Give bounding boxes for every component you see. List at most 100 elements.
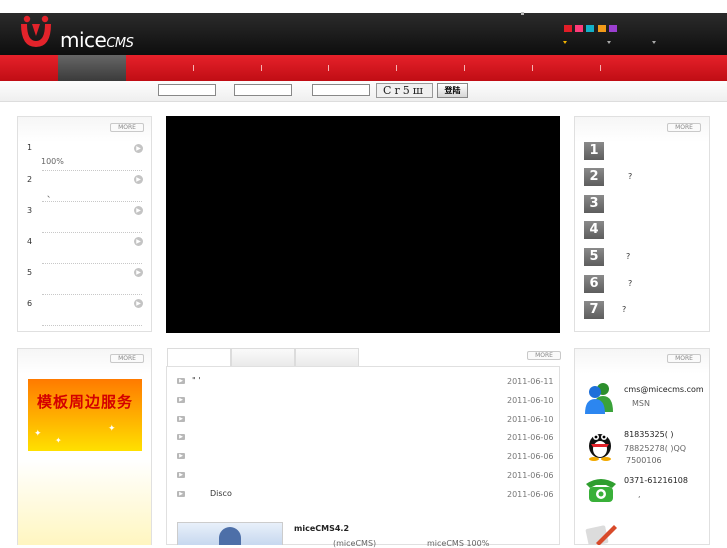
news-title[interactable]: Disco [210, 489, 232, 498]
nav-separator [396, 65, 397, 71]
bullet-icon: ▶ [177, 472, 185, 478]
theme-swatch-red[interactable] [564, 25, 572, 32]
rank-badge: 2 [584, 168, 604, 186]
rank-badge: 5 [584, 248, 604, 266]
promo-banner[interactable] [28, 379, 142, 451]
rank-badge: 1 [584, 142, 604, 160]
list-item-subtext: 、 [47, 190, 55, 199]
arrow-right-icon[interactable]: ▶ [134, 299, 143, 308]
nav-separator [328, 65, 329, 71]
logo-mark-icon[interactable] [18, 14, 54, 50]
more-button[interactable]: MORE [667, 123, 701, 132]
bullet-icon: ▶ [177, 397, 185, 403]
logo-wordmark[interactable]: miceCMS [60, 28, 134, 52]
news-date: 2011-06-10 [507, 415, 554, 424]
arrow-right-icon[interactable]: ▶ [134, 237, 143, 246]
arrow-right-icon[interactable]: ▶ [134, 175, 143, 184]
logo-main: mice [60, 28, 107, 52]
bullet-icon: ▶ [177, 378, 185, 384]
divider [42, 201, 142, 202]
tab-news-2[interactable] [231, 348, 295, 366]
login-button[interactable]: 登陆 [437, 83, 468, 98]
news-date: 2011-06-06 [507, 490, 554, 499]
phone-note: , [638, 490, 641, 499]
list-item-number: 5 [27, 268, 33, 277]
qq-icon [589, 434, 611, 461]
rank-item-text[interactable]: ? [622, 305, 626, 314]
header-dropdown-2-icon[interactable] [607, 41, 611, 44]
bullet-icon: ▶ [177, 491, 185, 497]
more-button[interactable]: MORE [110, 354, 144, 363]
news-title[interactable]: " ' [192, 376, 200, 385]
bullet-icon: ▶ [177, 434, 185, 440]
username-input[interactable] [158, 84, 216, 96]
promo-background [18, 460, 151, 545]
header-dropdown-1-icon[interactable] [563, 41, 567, 44]
theme-swatch-purple[interactable] [609, 25, 617, 32]
divider [42, 263, 142, 264]
nav-item-home[interactable] [58, 55, 126, 81]
divider [42, 170, 142, 171]
list-item-number: 2 [27, 175, 33, 184]
nav-separator [193, 65, 194, 71]
cms-badge-icon [219, 527, 241, 545]
nav-separator [532, 65, 533, 71]
arrow-right-icon[interactable]: ▶ [134, 144, 143, 153]
login-button-label: 登陆 [444, 86, 461, 95]
nav-separator [464, 65, 465, 71]
left-list-panel [17, 116, 152, 332]
captcha-image[interactable]: Cr5ш [376, 83, 433, 98]
top-strip [0, 0, 727, 13]
news-date: 2011-06-06 [507, 452, 554, 461]
divider [42, 325, 142, 326]
bullet-icon: ▶ [177, 453, 185, 459]
more-button[interactable]: MORE [110, 123, 144, 132]
divider [42, 232, 142, 233]
rank-badge: 4 [584, 221, 604, 239]
header-dropdown-3-icon[interactable] [652, 41, 656, 44]
feature-desc-b: miceCMS 100% [427, 539, 490, 548]
promo-text: 模板周边服务 [36, 393, 133, 411]
list-item-number: 1 [27, 143, 33, 152]
nav-separator [600, 65, 601, 71]
qq-primary[interactable]: 81835325( ) [624, 430, 674, 439]
news-date: 2011-06-06 [507, 433, 554, 442]
more-button[interactable]: MORE [667, 354, 701, 363]
feature-title[interactable]: miceCMS4.2 [294, 524, 349, 533]
rank-badge: 6 [584, 275, 604, 293]
theme-swatch-pink[interactable] [575, 25, 583, 32]
more-button[interactable]: MORE [527, 351, 561, 360]
qq-tertiary[interactable]: 7500106 [626, 456, 662, 465]
list-item-number: 6 [27, 299, 33, 308]
news-panel [166, 366, 560, 545]
theme-swatch-orange[interactable] [598, 25, 606, 32]
header-dot [521, 12, 524, 15]
logo-suffix: CMS [106, 36, 134, 51]
tab-news-3[interactable] [295, 348, 359, 366]
arrow-right-icon[interactable]: ▶ [134, 268, 143, 277]
rank-item-text[interactable]: ? [626, 252, 630, 261]
list-item-subtext: 100% [41, 157, 64, 166]
password-input[interactable] [234, 84, 292, 96]
rank-item-text[interactable]: ? [628, 172, 632, 181]
sparkle-icon: ✦ [55, 436, 62, 445]
phone-icon [586, 479, 616, 502]
tab-news-1[interactable] [167, 348, 231, 366]
news-date: 2011-06-10 [507, 396, 554, 405]
contact-email[interactable]: cms@micecms.com [624, 385, 704, 394]
divider [42, 294, 142, 295]
sparkle-icon: ✦ [108, 424, 116, 434]
nav-separator [261, 65, 262, 71]
qq-secondary[interactable]: 78825278( )QQ [624, 444, 686, 453]
bullet-icon: ▶ [177, 416, 185, 422]
arrow-right-icon[interactable]: ▶ [134, 206, 143, 215]
captcha-input[interactable] [312, 84, 370, 96]
contact-phone[interactable]: 0371-61216108 [624, 476, 688, 485]
theme-swatch-teal[interactable] [586, 25, 594, 32]
feature-desc-a: (miceCMS) [333, 539, 377, 548]
news-date: 2011-06-06 [507, 471, 554, 480]
rank-item-text[interactable]: ? [628, 279, 632, 288]
video-player[interactable] [166, 116, 560, 333]
list-item-number: 4 [27, 237, 33, 246]
sparkle-icon: ✦ [34, 429, 42, 439]
